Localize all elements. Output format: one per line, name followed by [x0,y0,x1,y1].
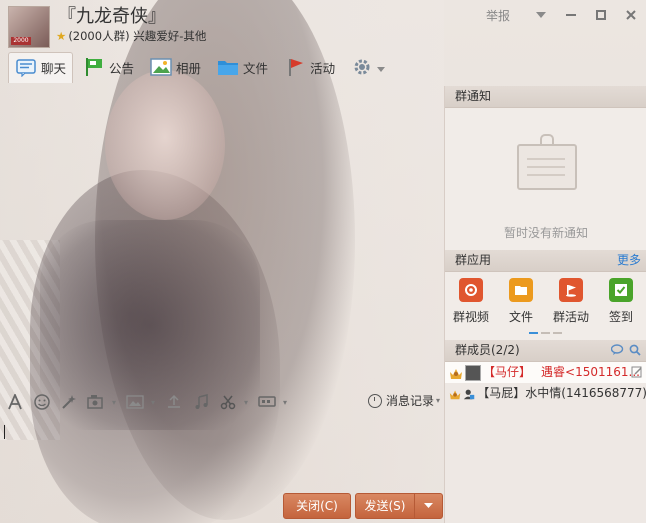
admin-crown-icon [449,390,461,399]
flag-icon [83,57,105,77]
member-tag: 【马仔】 [483,365,532,379]
message-history-button[interactable]: 消息记录 ▾ [367,392,440,409]
member-row[interactable]: 【马屁】 水中情(1416568777) [445,383,646,404]
tab-announcement[interactable]: 公告 [77,53,140,81]
group-name[interactable]: 『九龙奇侠』 [58,6,166,28]
apps-section: 群视频 文件 群活动 签到 [445,272,646,340]
member-avatar [465,364,481,381]
font-icon[interactable] [3,391,27,413]
checkin-icon [609,278,633,302]
screenshot-icon[interactable] [84,391,108,413]
chevron-down-icon: ▾ [435,396,440,405]
history-label: 消息记录 [385,394,434,408]
member-avatar-icon [463,389,475,399]
app-files[interactable]: 文件 [499,278,543,325]
chevron-down-icon[interactable]: ▾ [147,391,159,413]
member-name: 水中情(1416568777) [525,386,646,400]
chevron-down-icon [424,503,433,508]
app-group-video[interactable]: 群视频 [449,278,493,325]
apps-more-link[interactable]: 更多 [617,250,641,271]
apps-section-title: 群应用 更多 [445,250,646,272]
activity-icon [559,278,583,302]
close-button[interactable]: 关闭(C) [283,493,351,519]
close-icon[interactable] [616,0,646,30]
send-button[interactable]: 发送(S) [355,493,415,519]
file-icon [509,278,533,302]
window-controls: 举报 [486,0,646,30]
chevron-down-icon[interactable]: ▾ [240,391,252,413]
app-group-activity[interactable]: 群活动 [549,278,593,325]
tab-files[interactable]: 文件 [211,53,274,81]
report-link[interactable]: 举报 [486,7,510,24]
gear-icon [351,57,373,77]
group-size-badge: 2000 [11,37,31,45]
maximize-icon[interactable] [586,0,616,30]
app-label: 群视频 [452,310,489,324]
video-icon [459,278,483,302]
apps-title-label: 群应用 [455,253,492,267]
group-avatar[interactable]: 2000 [8,6,50,48]
notice-section-title: 群通知 [445,86,646,108]
notice-board-icon [517,144,577,190]
clock-icon [367,393,382,408]
photo-icon [150,57,172,77]
emoji-icon[interactable] [30,391,54,413]
send-options-button[interactable] [414,493,443,519]
group-meta-text: (2000人群) 兴趣爱好-其他 [68,29,207,43]
apps-page-indicator[interactable] [529,332,562,334]
tab-chat[interactable]: 聊天 [8,51,74,83]
tab-activity-label: 活动 [310,60,336,76]
tab-album[interactable]: 相册 [144,53,207,81]
tab-activity[interactable]: 活动 [278,53,341,81]
text-caret [4,425,5,439]
app-label: 签到 [608,310,633,324]
app-checkin[interactable]: 签到 [599,278,643,325]
right-panel: 群通知 暂时没有新通知 群应用 更多 群视频 文件 群活动 签到 群成员(2/2… [444,86,646,523]
music-icon[interactable] [189,391,213,413]
member-search-icon[interactable] [629,344,641,356]
tab-chat-label: 聊天 [41,61,67,76]
image-icon[interactable] [123,391,147,413]
owner-crown-icon [450,368,462,379]
event-flag-icon [284,57,306,77]
qq-group-chat-window: 2000 『九龙奇侠』 ★ (2000人群) 兴趣爱好-其他 举报 聊天 公告 … [0,0,646,523]
app-label: 文件 [508,310,533,324]
members-tools [611,344,641,356]
bottom-bar: 关闭(C) 发送(S) [0,488,444,523]
dropdown-menu-icon[interactable] [526,0,556,30]
group-toolbar: 聊天 公告 相册 文件 活动 [0,51,646,83]
member-tag: 【马屁】 [477,386,526,400]
upload-icon[interactable] [162,391,186,413]
chevron-down-icon [377,60,386,75]
star-icon: ★ [56,29,67,43]
members-section-title: 群成员(2/2) [445,340,646,362]
tab-announcement-label: 公告 [109,60,135,76]
minimize-icon[interactable] [556,0,586,30]
settings-menu[interactable] [345,53,391,81]
window-header: 2000 『九龙奇侠』 ★ (2000人群) 兴趣爱好-其他 举报 聊天 公告 … [0,0,646,86]
chevron-down-icon[interactable]: ▾ [279,391,291,413]
member-chat-icon[interactable] [611,344,625,356]
tab-album-label: 相册 [176,60,202,76]
member-note: 遇睿<1501161... [541,365,640,379]
chat-message-area[interactable] [0,86,444,388]
more-tools-icon[interactable] [255,391,279,413]
chat-bubble-icon [15,58,37,78]
group-meta: ★ (2000人群) 兴趣爱好-其他 [56,29,206,43]
magic-icon[interactable] [57,391,81,413]
scissors-icon[interactable] [216,391,240,413]
chevron-down-icon[interactable]: ▾ [108,391,120,413]
notice-empty-text: 暂时没有新通知 [503,226,588,240]
folder-icon [217,57,239,77]
message-input[interactable] [0,416,444,488]
edit-icon[interactable] [631,366,643,378]
members-title-label: 群成员(2/2) [455,343,520,357]
app-label: 群活动 [552,310,589,324]
tab-files-label: 文件 [243,60,269,76]
input-toolbar: ▾ ▾ ▾ ▾ 消息记录 ▾ [0,388,444,416]
notice-section: 暂时没有新通知 [445,108,646,250]
member-row[interactable]: 【马仔】 遇睿<1501161... [445,362,646,383]
